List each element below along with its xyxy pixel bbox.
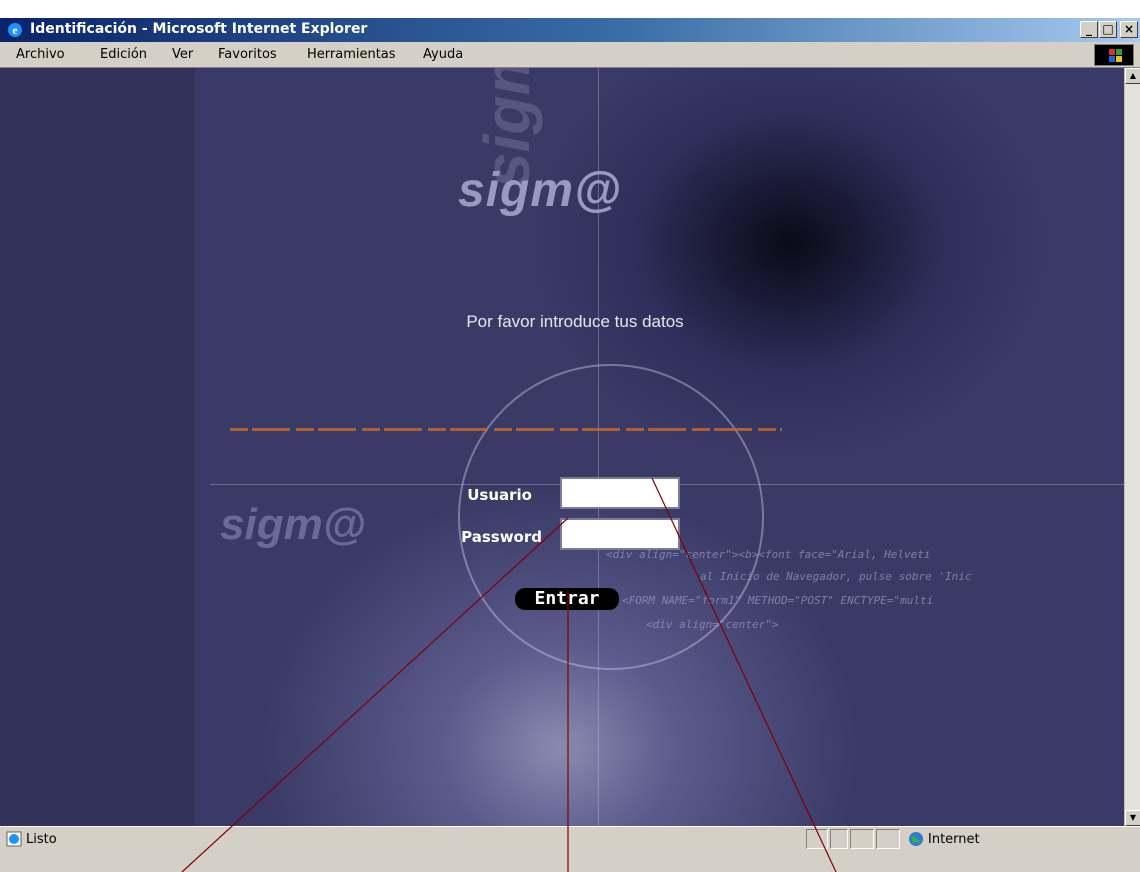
code-watermark-line: al Inicio de Navegador, pulse sobre 'Ini… (700, 570, 972, 583)
enter-button[interactable]: Entrar (515, 588, 619, 610)
status-panel (876, 829, 900, 849)
windows-logo-icon (1094, 44, 1134, 66)
security-zone: Internet (928, 832, 980, 847)
login-prompt: Por favor introduce tus datos (466, 312, 684, 331)
menu-ayuda[interactable]: Ayuda (423, 47, 463, 62)
menu-ver[interactable]: Ver (172, 47, 193, 62)
close-button[interactable]: × (1120, 21, 1138, 38)
left-band (0, 68, 210, 826)
menu-edicion[interactable]: Edición (100, 47, 147, 62)
svg-text:e: e (12, 23, 18, 37)
password-label: Password (461, 528, 542, 546)
sigma-logo-small: sigm@ (220, 500, 366, 549)
page-status-icon (6, 831, 22, 847)
status-panel (850, 829, 874, 849)
status-text: Listo (26, 832, 57, 847)
page-content: sigm@ sigm@ sigm@ <div align="center"><b… (0, 68, 1124, 826)
status-panel (830, 829, 848, 849)
code-watermark-line: <div align="center"> (646, 618, 779, 631)
menu-favoritos[interactable]: Favoritos (218, 47, 277, 62)
window-title: Identificación - Microsoft Internet Expl… (30, 21, 368, 37)
menu-herramientas[interactable]: Herramientas (307, 47, 396, 62)
left-band-edge (195, 68, 210, 826)
menu-bar: Archivo Edición Ver Favoritos Herramient… (0, 42, 1140, 68)
title-bar[interactable]: e Identificación - Microsoft Internet Ex… (0, 18, 1140, 42)
password-input[interactable] (560, 518, 680, 550)
browser-window: e Identificación - Microsoft Internet Ex… (0, 18, 1140, 872)
username-label: Usuario (467, 486, 532, 504)
maximize-button[interactable]: □ (1099, 21, 1117, 38)
internet-zone-icon (909, 832, 923, 846)
scroll-up-button[interactable]: ▲ (1125, 68, 1140, 84)
status-bar: Listo Internet (0, 826, 1140, 872)
sigma-logo: sigm@ (458, 164, 622, 217)
vertical-scrollbar[interactable]: ▲ ▼ (1124, 68, 1140, 826)
scroll-down-button[interactable]: ▼ (1125, 810, 1140, 826)
code-watermark-line: <FORM NAME="form1" METHOD="POST" ENCTYPE… (622, 594, 934, 607)
decorative-divider (230, 428, 782, 431)
username-input[interactable] (560, 477, 680, 509)
minimize-button[interactable]: _ (1080, 21, 1098, 38)
status-panel (806, 829, 828, 849)
ie-logo-icon: e (8, 23, 22, 37)
menu-archivo[interactable]: Archivo (16, 47, 65, 62)
